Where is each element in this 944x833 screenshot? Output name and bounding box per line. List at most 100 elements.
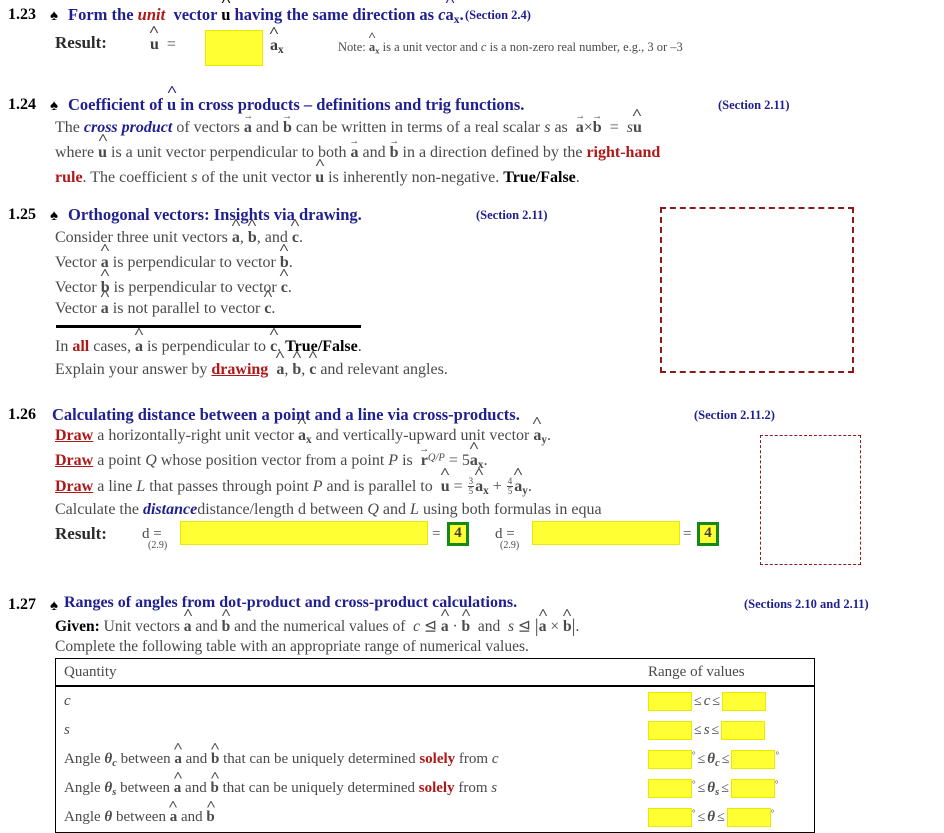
range-lo-input-theta-s[interactable] bbox=[648, 779, 692, 798]
problem-number-1-23: 1.23 bbox=[8, 6, 36, 23]
line-text: of vectors bbox=[172, 119, 244, 136]
draw-link-1[interactable]: Draw bbox=[55, 427, 93, 444]
spade-icon-1-23: ♠ bbox=[50, 8, 58, 24]
line-text: . bbox=[357, 338, 362, 355]
problem-line-1-26-2: Draw a point Q whose position vector fro… bbox=[55, 452, 487, 471]
theta-symbol: θ bbox=[707, 808, 716, 825]
problem-line-1-27-complete: Complete the following table with an app… bbox=[55, 638, 529, 655]
problem-line-1-25-3: Vector b is perpendicular to vector c. bbox=[55, 279, 292, 297]
line-text: between bbox=[112, 809, 170, 825]
range-lo-input-s[interactable] bbox=[648, 721, 692, 740]
header-range: Range of values bbox=[642, 658, 815, 687]
line-text: between bbox=[116, 779, 174, 796]
draw-link-2[interactable]: Draw bbox=[55, 452, 93, 469]
range-hi-input-theta-s[interactable] bbox=[730, 779, 775, 798]
drawing-area-1-25[interactable] bbox=[660, 207, 854, 373]
range-lo-input-theta-c[interactable] bbox=[648, 750, 692, 769]
line-text: between bbox=[116, 750, 175, 767]
degree-icon: ° bbox=[770, 808, 775, 818]
line-text: . bbox=[575, 169, 580, 186]
problem-title-1-23: Form the unit vector u having the same d… bbox=[68, 5, 464, 26]
section-ref-1-26: (Section 2.11.2) bbox=[694, 408, 775, 422]
line-l: L bbox=[136, 478, 146, 495]
theta-symbol: θ bbox=[707, 750, 716, 767]
row-range-theta-c: ° ≤ θc ≤ ° bbox=[642, 745, 815, 774]
result-label-1-23: Result: bbox=[55, 33, 107, 52]
problem-number-1-27: 1.27 bbox=[8, 596, 36, 613]
line-text: and bbox=[378, 501, 411, 518]
worksheet-page: 1.23 ♠ Form the unit vector u having the… bbox=[0, 0, 944, 833]
problem-number-1-26: 1.26 bbox=[8, 406, 36, 423]
degree-icon: ° bbox=[775, 750, 780, 760]
leq-symbol: ≤ bbox=[721, 780, 729, 796]
point-p: P bbox=[312, 478, 323, 495]
line-text: distance/length d between bbox=[197, 501, 368, 518]
answer-box-1-26-a[interactable] bbox=[180, 521, 428, 545]
leq-symbol: ≤ bbox=[697, 780, 706, 796]
problem-line-1-27-given: Given: Unit vectors a and b and the nume… bbox=[55, 616, 579, 638]
row-range-theta-s: ° ≤ θs ≤ ° bbox=[642, 774, 815, 803]
leq-symbol: ≤ bbox=[721, 751, 730, 767]
line-text: of the unit vector bbox=[197, 169, 316, 186]
right-hand-term: right-hand bbox=[586, 144, 661, 161]
note-1-23: Note: ax is a unit vector and c is a non… bbox=[338, 40, 683, 55]
line-text: . bbox=[575, 618, 580, 636]
all-emphasis: all bbox=[72, 338, 90, 355]
range-lo-input-theta[interactable] bbox=[648, 808, 692, 827]
line-text: where bbox=[55, 144, 99, 161]
row-quantity-theta-c: Angle θc between a and b that can be uni… bbox=[56, 745, 643, 774]
ranges-table: Quantity Range of values c ≤ c ≤ s ≤ s ≤ Ang… bbox=[55, 658, 815, 833]
line-text: and is parallel to bbox=[322, 478, 437, 495]
line-text: from bbox=[454, 779, 492, 796]
green-answer-1-26-a[interactable]: 4 bbox=[447, 522, 469, 546]
problem-number-1-25: 1.25 bbox=[8, 206, 36, 223]
s-symbol: s bbox=[508, 618, 515, 636]
line-text: cases, bbox=[89, 338, 135, 355]
eq-sign-1-26-a: = bbox=[432, 526, 441, 542]
line-text: is perpendicular to bbox=[142, 338, 271, 355]
point-q: Q bbox=[145, 452, 157, 469]
quantity-symbol: s bbox=[64, 722, 70, 738]
table-row: Angle θ between a and b °≤θ≤° bbox=[56, 803, 815, 833]
green-answer-1-26-b[interactable]: 4 bbox=[697, 522, 719, 546]
line-l: L bbox=[410, 501, 419, 518]
draw-link-3[interactable]: Draw bbox=[55, 478, 93, 495]
range-lo-input-c[interactable] bbox=[648, 692, 692, 711]
line-text: Unit vectors bbox=[99, 618, 184, 636]
point-q: Q bbox=[367, 501, 379, 518]
line-text: that can be uniquely determined bbox=[218, 779, 419, 796]
title-part-a: Coefficient of bbox=[68, 95, 167, 114]
problem-line-1-26-4: Calculate the distancedistance/length d … bbox=[55, 501, 845, 519]
note-c-symbol: c bbox=[480, 40, 487, 54]
row-quantity-theta-s: Angle θs between a and b that can be uni… bbox=[56, 774, 643, 803]
range-hi-input-theta-c[interactable] bbox=[731, 750, 776, 769]
row-range-s: ≤ s ≤ bbox=[642, 716, 815, 745]
spade-icon-1-24: ♠ bbox=[50, 98, 58, 114]
true-false-choice-1-24[interactable]: True/False bbox=[503, 169, 576, 186]
line-text: and bbox=[177, 809, 207, 825]
line-text: The bbox=[55, 119, 84, 136]
range-hi-input-theta[interactable] bbox=[726, 808, 771, 827]
range-hi-input-c[interactable] bbox=[722, 692, 767, 711]
problem-line-1-25-1: Consider three unit vectors a, b, and c. bbox=[55, 229, 303, 247]
line-text: and bbox=[181, 779, 211, 796]
degree-icon: ° bbox=[774, 779, 779, 789]
leq-symbol: ≤ bbox=[694, 693, 702, 709]
line-text: as bbox=[550, 119, 572, 136]
answer-box-1-26-b[interactable] bbox=[532, 521, 680, 545]
table-header-row: Quantity Range of values bbox=[55, 658, 815, 687]
drawing-link-1-25[interactable]: drawing bbox=[211, 361, 268, 378]
note-prefix: Note: bbox=[338, 40, 366, 54]
solely-emphasis: solely bbox=[418, 779, 455, 796]
line-text: a line bbox=[93, 478, 137, 495]
point-p: P bbox=[388, 452, 399, 469]
spade-icon-1-25: ♠ bbox=[50, 208, 58, 224]
section-ref-1-24: (Section 2.11) bbox=[718, 98, 790, 112]
line-text: Explain your answer by bbox=[55, 361, 212, 378]
problem-title-1-24: Coefficient of u in cross products – def… bbox=[68, 95, 524, 115]
rule-term: rule bbox=[55, 169, 83, 186]
answer-box-1-23[interactable] bbox=[205, 30, 263, 66]
range-hi-input-s[interactable] bbox=[721, 721, 766, 740]
source-symbol: c bbox=[491, 750, 499, 767]
drawing-area-1-26[interactable] bbox=[760, 435, 861, 565]
